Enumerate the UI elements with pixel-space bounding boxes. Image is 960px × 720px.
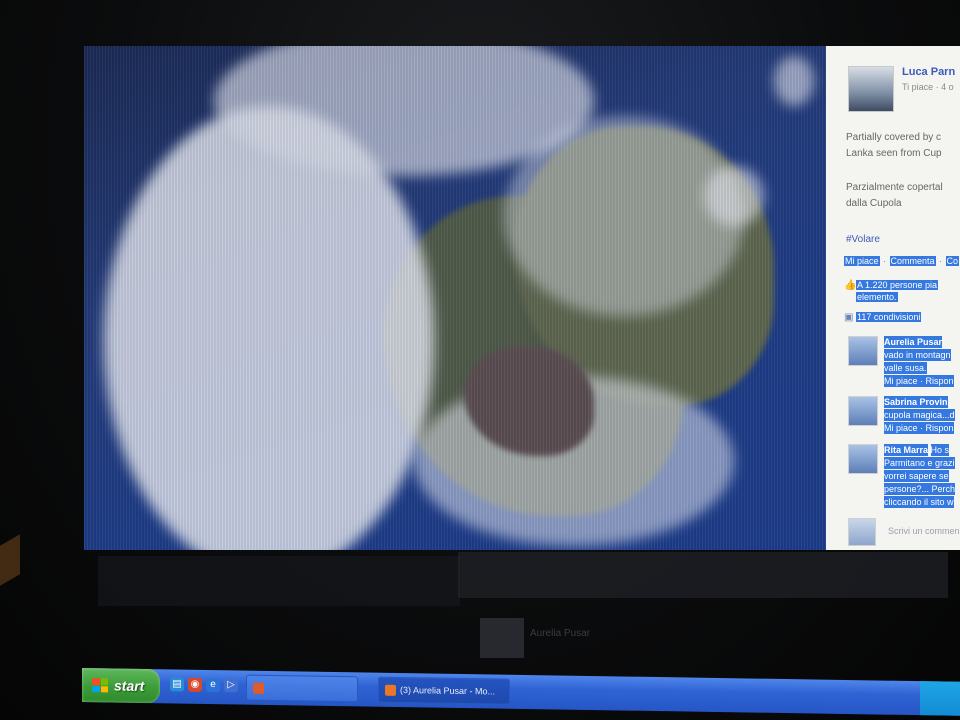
commenter-avatar[interactable] — [848, 396, 878, 426]
commenter-name[interactable]: Sabrina Provin — [884, 396, 948, 408]
caption-it-line2: dalla Cupola — [846, 198, 902, 209]
satellite-photo[interactable] — [84, 46, 826, 550]
like-link[interactable]: Mi piace — [844, 256, 880, 266]
taskbar-window-label: (3) Aurelia Pusar - Mo... — [400, 684, 496, 697]
system-tray[interactable] — [920, 681, 960, 716]
comment-link[interactable]: Commenta — [889, 256, 936, 266]
internet-explorer-icon[interactable]: e — [206, 677, 220, 693]
comment-text: Parmitano e grazi — [884, 457, 955, 469]
taskbar-window-button[interactable] — [246, 674, 358, 703]
likes-count-text: A 1.220 persone pia — [856, 280, 939, 290]
comment-text: cupola magica...d — [884, 409, 955, 421]
media-icon[interactable]: ▷ — [224, 678, 238, 693]
screen: Luca Parn Ti piace · 4 o Partially cover… — [84, 46, 960, 550]
comment-text: valle susa. — [884, 362, 927, 374]
commenter-name[interactable]: Aurelia Pusar — [884, 336, 943, 348]
current-user-avatar — [848, 518, 876, 546]
reflection-text: Aurelia Pusar — [530, 628, 591, 639]
post-meta[interactable]: Ti piace · 4 o — [902, 82, 954, 92]
windows-logo-icon — [92, 678, 108, 693]
post-actions: Mi piace · Commenta · Co — [844, 256, 960, 266]
separator: · — [880, 256, 889, 266]
comment-text: vado in montagn — [884, 349, 951, 361]
comment-text: persone?... Perch — [884, 483, 956, 495]
screen-reflection — [98, 556, 460, 606]
hashtag-link[interactable]: #Volare — [846, 234, 880, 245]
author-avatar[interactable] — [848, 66, 894, 112]
shares-count-text: 117 condivisioni — [856, 312, 922, 322]
caption-en-line2: Lanka seen from Cup — [846, 148, 942, 159]
comment-actions[interactable]: Mi piace · Rispon — [884, 422, 954, 434]
likes-summary-suffix: elemento. — [856, 292, 898, 302]
app-icon — [253, 682, 264, 694]
commenter-name[interactable]: Rita Marra — [884, 444, 929, 456]
commenter-avatar[interactable] — [848, 444, 878, 474]
commenter-avatar[interactable] — [848, 336, 878, 366]
caption-it-line1: Parzialmente copertal — [846, 182, 943, 193]
show-desktop-icon[interactable]: ▤ — [170, 677, 184, 692]
share-link[interactable]: Co — [945, 256, 960, 266]
comment-text-inline: Ho s — [930, 444, 950, 456]
firefox-icon — [385, 684, 396, 696]
comment-actions[interactable]: Mi piace · Rispon — [884, 375, 954, 387]
facebook-post-panel: Luca Parn Ti piace · 4 o Partially cover… — [826, 46, 960, 550]
write-comment-box[interactable]: Scrivi un commen — [848, 518, 960, 546]
thumbs-up-icon: 👍 — [844, 280, 857, 291]
likes-summary-line2: elemento. — [856, 292, 898, 302]
shares-summary[interactable]: ▣ 117 condivisioni — [844, 312, 922, 323]
caption-en-line1: Partially covered by c — [846, 132, 942, 143]
start-label: start — [114, 677, 145, 694]
share-icon: ▣ — [844, 312, 854, 323]
start-button[interactable]: start — [82, 668, 160, 704]
comment-text: vorrei sapere se — [884, 470, 949, 482]
scanline-overlay — [84, 46, 826, 550]
comment-input-placeholder[interactable]: Scrivi un commen — [888, 526, 960, 536]
reflection-avatar — [480, 618, 524, 658]
post-author[interactable]: Luca Parn — [902, 66, 955, 78]
separator: · — [936, 256, 945, 266]
screen-reflection — [458, 552, 948, 598]
taskbar-window-button-active[interactable]: (3) Aurelia Pusar - Mo... — [378, 676, 510, 705]
likes-summary[interactable]: 👍A 1.220 persone pia — [844, 280, 939, 291]
comment-text: cliccando il sito w — [884, 496, 954, 508]
browser-icon[interactable]: ◉ — [188, 677, 202, 692]
